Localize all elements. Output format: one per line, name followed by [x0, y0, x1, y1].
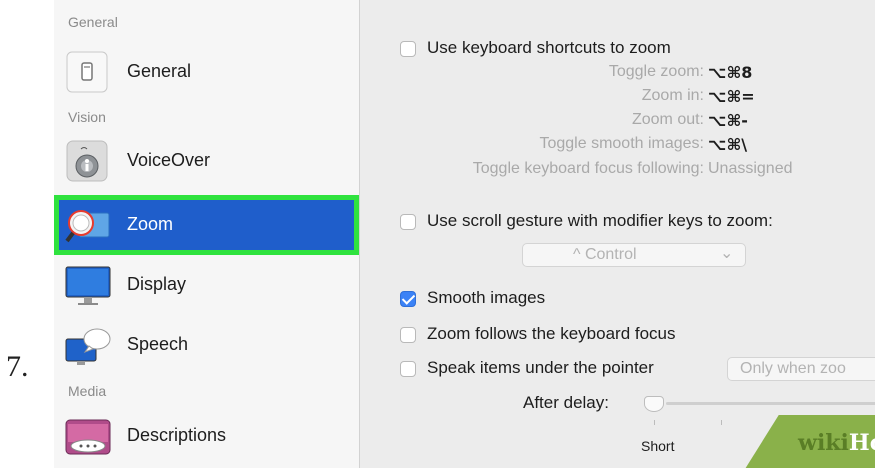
zoom-icon: [65, 203, 111, 247]
speak-items-checkbox[interactable]: [400, 361, 416, 377]
follow-focus-checkbox[interactable]: [400, 327, 416, 343]
follow-focus-label: Zoom follows the keyboard focus: [427, 324, 676, 343]
sidebar-item-voiceover[interactable]: VoiceOver: [54, 131, 359, 191]
shortcut-label-toggle-zoom: Toggle zoom:: [608, 63, 704, 80]
section-header-general: General: [68, 14, 118, 30]
delay-label: After delay:: [523, 393, 609, 412]
sidebar-item-descriptions[interactable]: Descriptions: [54, 406, 359, 466]
shortcut-label-zoom-in: Zoom in:: [641, 87, 704, 104]
section-header-media: Media: [68, 383, 107, 399]
speech-icon: [65, 323, 111, 367]
sidebar-item-label: VoiceOver: [127, 150, 211, 170]
sidebar-item-general[interactable]: General: [54, 42, 359, 102]
sidebar-item-label: Zoom: [127, 214, 174, 234]
speak-mode-value: Only when zoo: [740, 360, 846, 377]
general-icon: [65, 50, 111, 94]
sidebar-item-label: General: [127, 61, 192, 81]
keyboard-shortcuts-checkbox[interactable]: [400, 41, 416, 57]
shortcut-value-zoom-out: ⌥⌘-: [708, 111, 748, 130]
slider-tick: [654, 420, 655, 425]
delay-slider-track[interactable]: [666, 402, 875, 405]
sidebar-item-label: Descriptions: [127, 425, 227, 445]
section-header-vision: Vision: [68, 109, 106, 125]
chevron-down-icon: ⌄: [720, 245, 734, 262]
shortcut-value-toggle-smooth-images: ⌥⌘\: [708, 135, 748, 154]
sidebar-item-zoom[interactable]: Zoom: [54, 195, 359, 255]
accessibility-window: General General Vision VoiceOver Zoom Di…: [54, 0, 875, 468]
sidebar-item-speech[interactable]: Speech: [54, 315, 359, 375]
step-number: 7.: [6, 350, 29, 383]
voiceover-icon: [65, 139, 111, 183]
scroll-gesture-label: Use scroll gesture with modifier keys to…: [427, 211, 773, 230]
sidebar-item-label: Speech: [127, 334, 189, 354]
display-icon: [65, 263, 111, 307]
modifier-key-value: ^ Control: [573, 246, 637, 263]
sidebar-item-label: Display: [127, 274, 187, 294]
slider-tick: [721, 420, 722, 425]
delay-short-label: Short: [641, 438, 675, 454]
shortcut-value-toggle-zoom: ⌥⌘8: [708, 63, 753, 82]
descriptions-icon: [65, 414, 111, 458]
smooth-images-checkbox[interactable]: [400, 291, 416, 307]
watermark-part1: wiki: [798, 430, 849, 456]
modifier-key-popup[interactable]: ^ Control ⌄: [522, 243, 746, 267]
speak-items-label: Speak items under the pointer: [427, 358, 654, 377]
shortcut-value-toggle-focus-following: Unassigned: [708, 160, 793, 177]
speak-mode-popup[interactable]: Only when zoo: [727, 357, 875, 381]
scroll-gesture-checkbox[interactable]: [400, 214, 416, 230]
sidebar: General General Vision VoiceOver Zoom Di…: [54, 0, 360, 468]
delay-slider-knob[interactable]: [644, 396, 664, 412]
shortcut-value-zoom-in: ⌥⌘=: [708, 87, 755, 106]
shortcut-label-zoom-out: Zoom out:: [631, 111, 704, 128]
shortcut-label-toggle-smooth-images: Toggle smooth images:: [539, 135, 704, 152]
sidebar-item-display[interactable]: Display: [54, 255, 359, 315]
wikihow-watermark: wikiHow: [798, 430, 875, 456]
smooth-images-label: Smooth images: [427, 288, 546, 307]
shortcut-label-toggle-focus-following: Toggle keyboard focus following:: [472, 160, 704, 177]
watermark-part2: How: [848, 430, 875, 456]
keyboard-shortcuts-label: Use keyboard shortcuts to zoom: [427, 38, 671, 57]
